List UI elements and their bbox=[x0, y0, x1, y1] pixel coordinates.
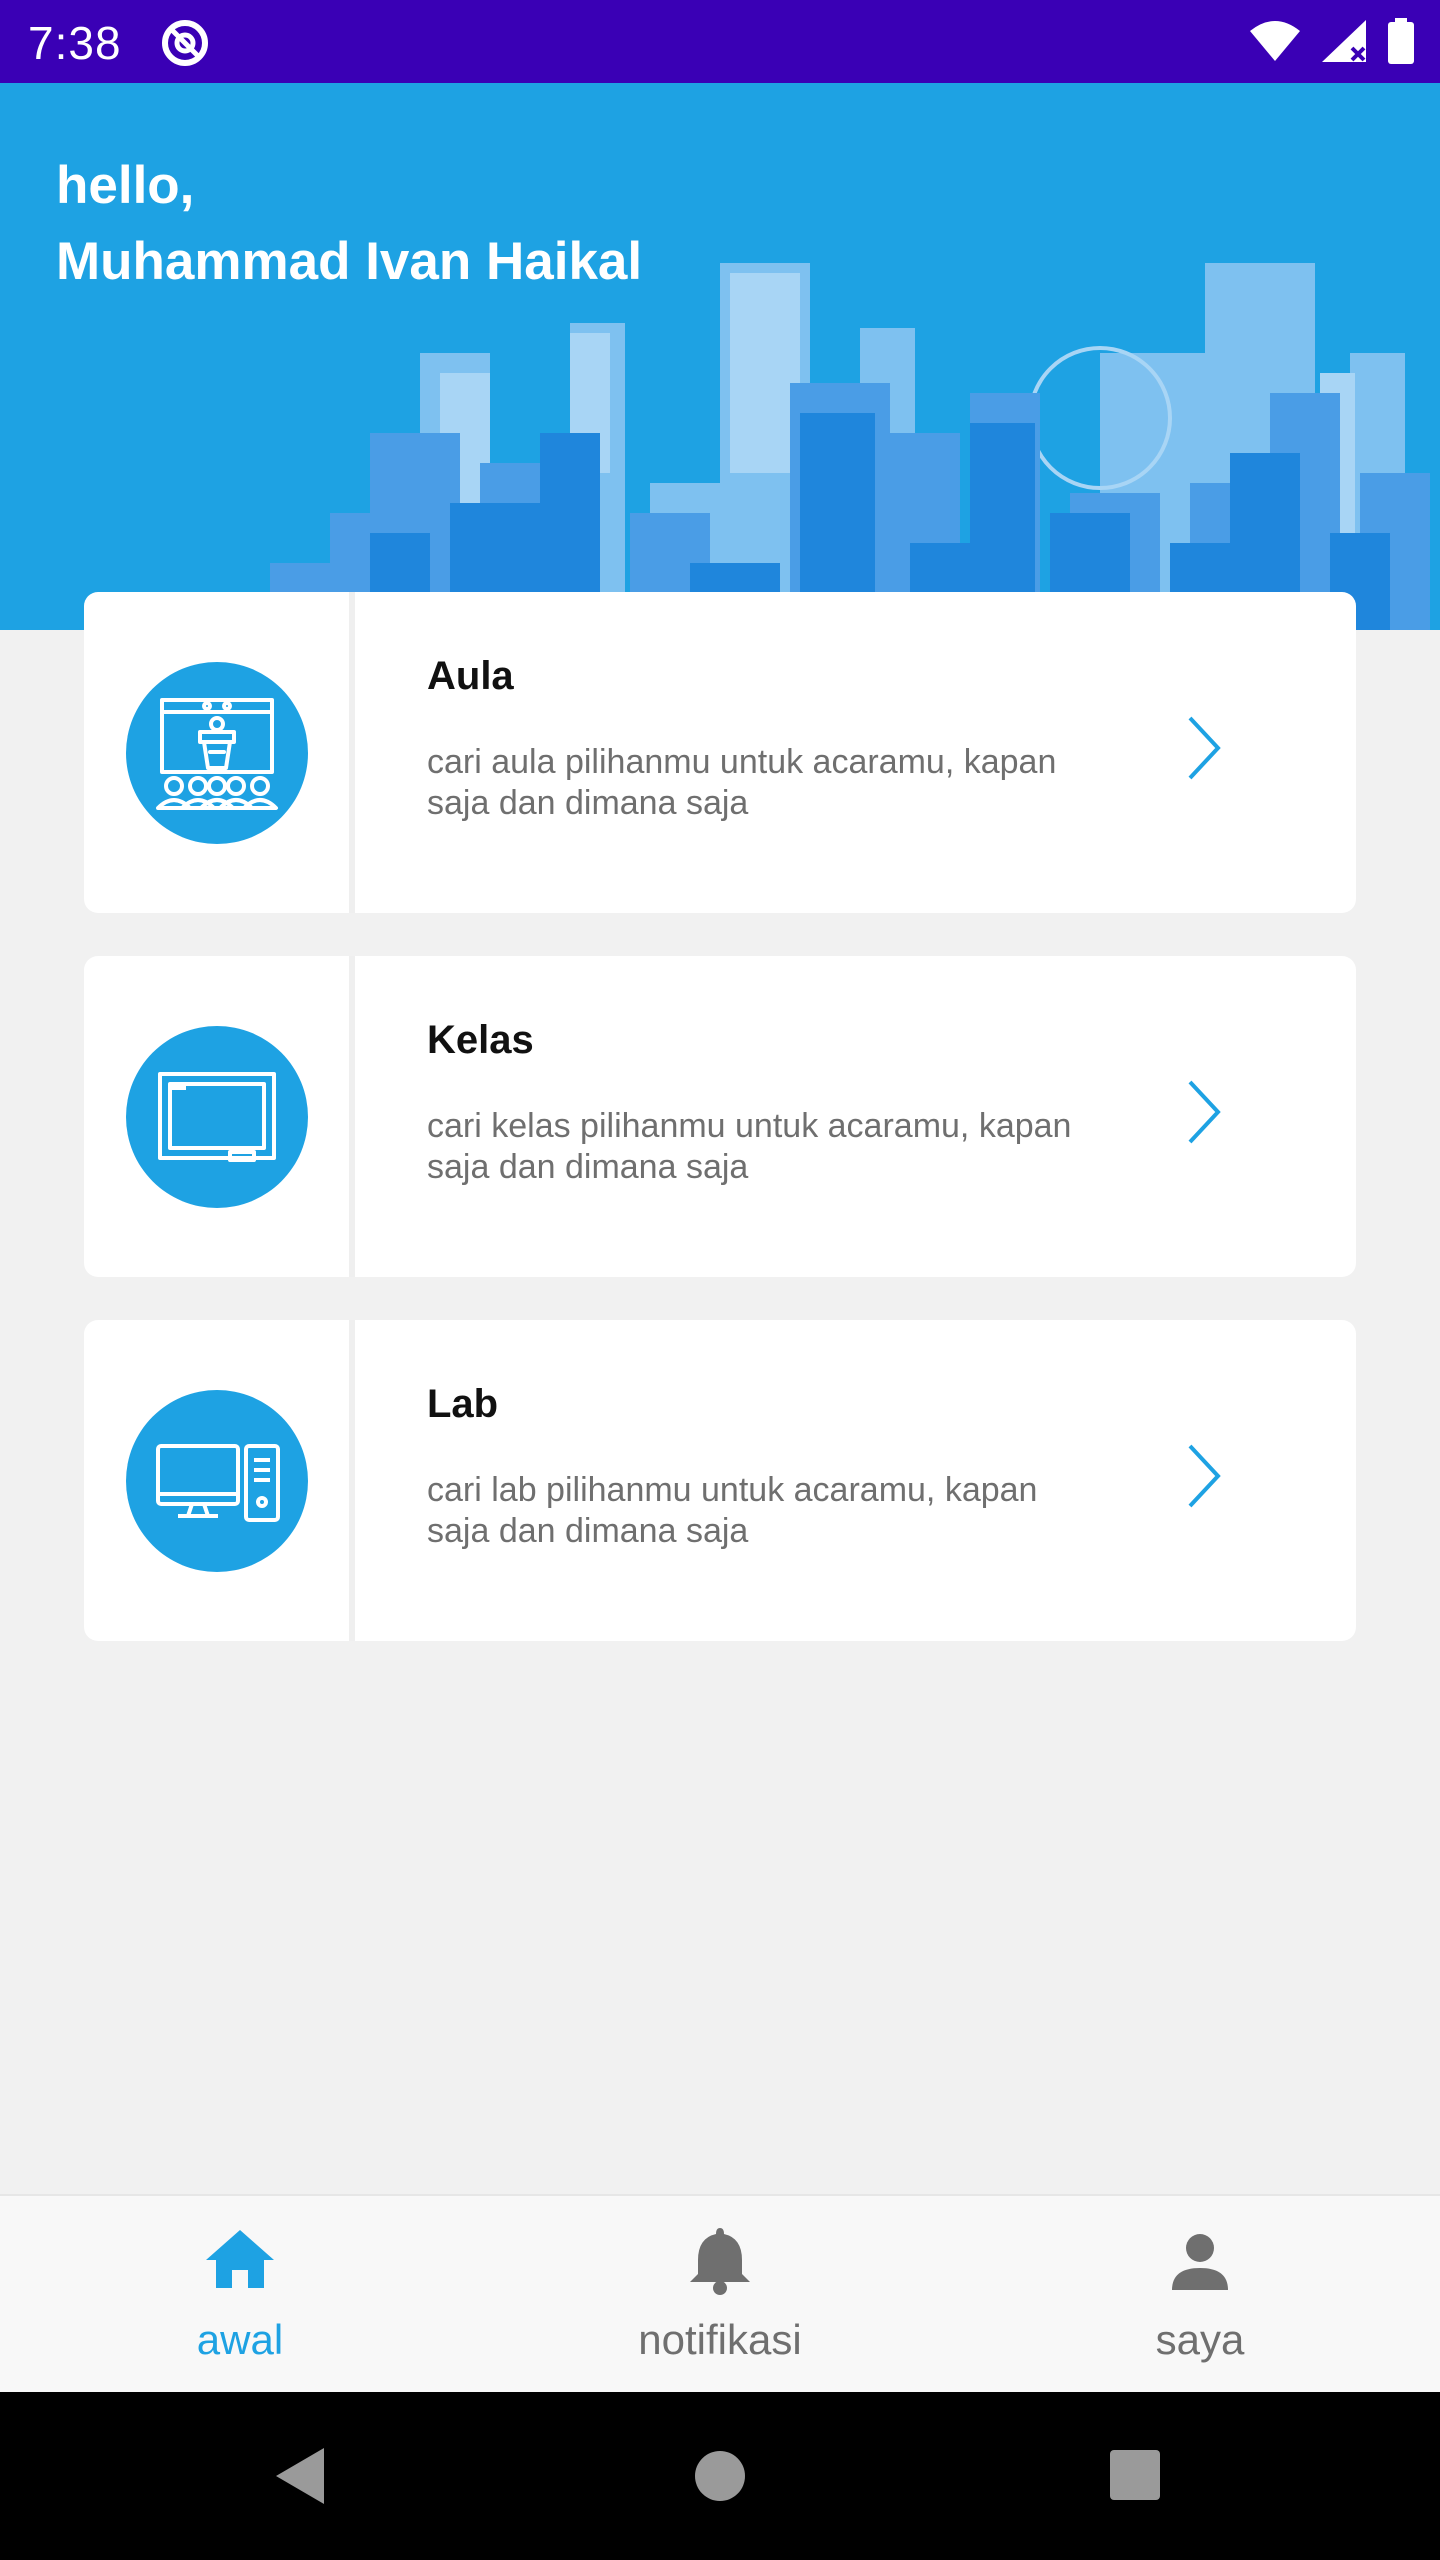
nav-label: notifikasi bbox=[638, 2316, 802, 2363]
card-icon-pane bbox=[84, 1320, 355, 1641]
recents-square-icon[interactable] bbox=[1108, 2444, 1162, 2513]
card-icon-pane bbox=[84, 956, 355, 1277]
city-skyline-illustration bbox=[270, 263, 1430, 630]
status-time: 7:38 bbox=[28, 17, 122, 69]
nav-item-awal[interactable]: awal bbox=[90, 2196, 390, 2394]
chevron-right-icon[interactable] bbox=[1184, 1440, 1224, 1517]
back-icon[interactable] bbox=[272, 2444, 328, 2513]
chevron-right-icon[interactable] bbox=[1184, 712, 1224, 789]
card-title: Aula bbox=[427, 654, 514, 698]
app-notification-icon bbox=[160, 18, 210, 73]
card-kelas[interactable]: Kelas cari kelas pilihanmu untuk acaramu… bbox=[84, 956, 1356, 1277]
nav-item-notifikasi[interactable]: notifikasi bbox=[570, 2196, 870, 2394]
wifi-icon bbox=[1248, 19, 1302, 68]
card-title: Lab bbox=[427, 1382, 499, 1426]
card-aula[interactable]: Aula cari aula pilihanmu untuk acaramu, … bbox=[84, 592, 1356, 913]
card-icon-pane bbox=[84, 592, 355, 913]
bottom-navigation: awal notifikasi saya bbox=[0, 2194, 1440, 2394]
chevron-right-icon[interactable] bbox=[1184, 1076, 1224, 1153]
whiteboard-icon bbox=[126, 1026, 308, 1208]
status-bar: 7:38 bbox=[0, 0, 1440, 83]
nav-label: saya bbox=[1155, 2316, 1245, 2363]
bell-icon bbox=[680, 2224, 760, 2303]
person-icon bbox=[1160, 2224, 1240, 2303]
home-circle-icon[interactable] bbox=[694, 2444, 746, 2513]
card-description: cari kelas pilihanmu untuk acaramu, kapa… bbox=[427, 1107, 1072, 1186]
greeting-hello: hello, bbox=[56, 156, 195, 215]
nav-item-saya[interactable]: saya bbox=[1050, 2196, 1350, 2394]
card-lab[interactable]: Lab cari lab pilihanmu untuk acaramu, ka… bbox=[84, 1320, 1356, 1641]
card-title: Kelas bbox=[427, 1018, 534, 1062]
header-banner: hello, Muhammad Ivan Haikal bbox=[0, 83, 1440, 630]
podium-icon bbox=[126, 662, 308, 844]
card-description: cari lab pilihanmu untuk acaramu, kapan … bbox=[427, 1471, 1038, 1550]
nav-label: awal bbox=[196, 2316, 284, 2363]
computer-icon bbox=[126, 1390, 308, 1572]
cellular-signal-icon bbox=[1320, 18, 1368, 69]
battery-icon bbox=[1386, 18, 1416, 69]
system-navigation-bar bbox=[0, 2392, 1440, 2560]
home-icon bbox=[200, 2224, 280, 2299]
card-description: cari aula pilihanmu untuk acaramu, kapan… bbox=[427, 743, 1057, 822]
